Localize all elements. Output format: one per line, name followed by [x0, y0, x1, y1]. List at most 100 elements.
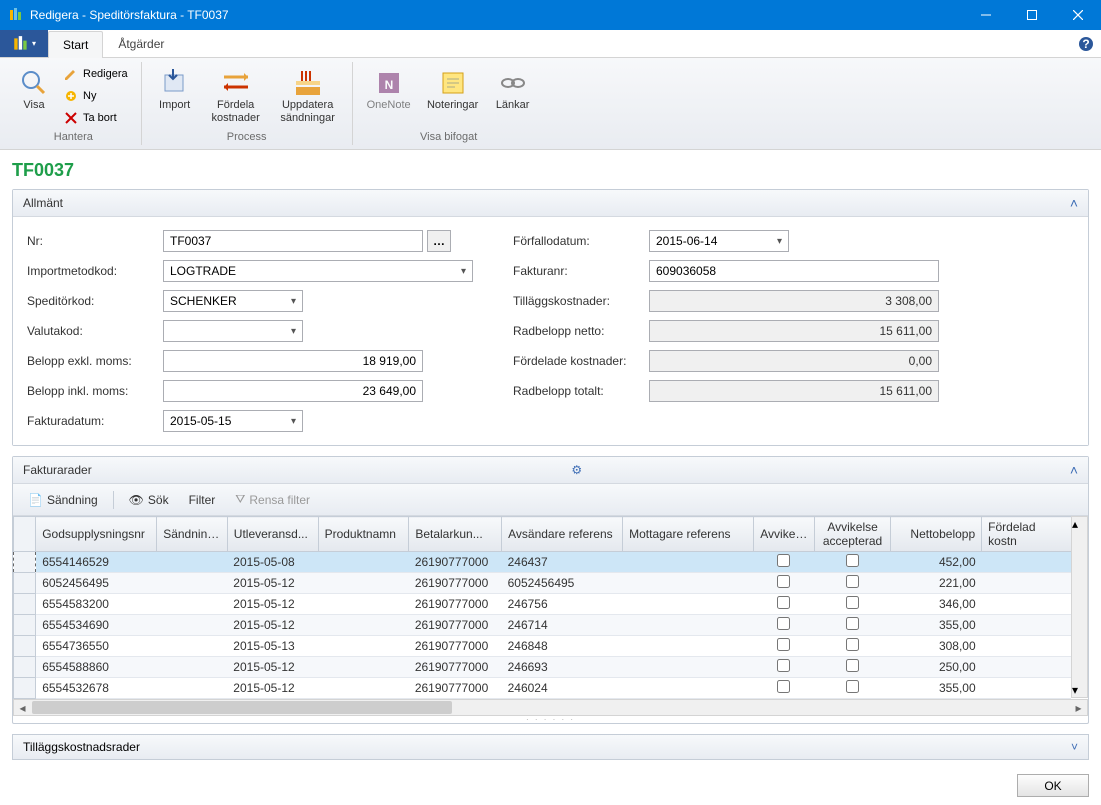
checkbox-avvacc[interactable]	[846, 554, 859, 567]
checkbox-avvacc[interactable]	[846, 617, 859, 630]
collapse-icon[interactable]: ˄	[1070, 462, 1078, 478]
input-inkl[interactable]	[163, 380, 423, 402]
cell-avs[interactable]: 246756	[502, 594, 623, 615]
table-row[interactable]: 6554146529 2015-05-08 26190777000 246437…	[14, 552, 1072, 573]
cell-gods[interactable]: 6052456495	[36, 573, 157, 594]
cell-avv[interactable]	[754, 615, 815, 636]
cell-gods[interactable]: 6554146529	[36, 552, 157, 573]
cell-sand[interactable]	[157, 615, 228, 636]
cell-netto[interactable]: 308,00	[891, 636, 982, 657]
uppdatera-sandningar-button[interactable]: Uppdatera sändningar	[272, 62, 344, 129]
cell-avs[interactable]: 246693	[502, 657, 623, 678]
checkbox-avv[interactable]	[777, 617, 790, 630]
scroll-left-icon[interactable]: ◂	[14, 700, 31, 715]
cell-prod[interactable]	[318, 594, 409, 615]
cell-avs[interactable]: 246848	[502, 636, 623, 657]
table-row[interactable]: 6554532678 2015-05-12 26190777000 246024…	[14, 678, 1072, 699]
cell-sand[interactable]	[157, 573, 228, 594]
col-utlev[interactable]: Utleveransd...	[227, 517, 318, 552]
scrollbar-vertical[interactable]: ▴ ▾	[1071, 516, 1088, 698]
cell-sand[interactable]	[157, 552, 228, 573]
cell-sand[interactable]	[157, 657, 228, 678]
select-forfallo[interactable]: 2015-06-14▾	[649, 230, 789, 252]
redigera-button[interactable]: Redigera	[58, 64, 133, 84]
checkbox-avv[interactable]	[777, 638, 790, 651]
checkbox-avvacc[interactable]	[846, 659, 859, 672]
cell-prod[interactable]	[318, 573, 409, 594]
ny-button[interactable]: Ny	[58, 86, 133, 106]
cell-sand[interactable]	[157, 636, 228, 657]
cell-betal[interactable]: 26190777000	[409, 657, 502, 678]
checkbox-avv[interactable]	[777, 575, 790, 588]
cell-avs[interactable]: 246437	[502, 552, 623, 573]
cell-mott[interactable]	[623, 573, 754, 594]
cell-betal[interactable]: 26190777000	[409, 552, 502, 573]
col-gods[interactable]: Godsupplysningsnr	[36, 517, 157, 552]
cell-utlev[interactable]: 2015-05-13	[227, 636, 318, 657]
cell-ford[interactable]	[982, 636, 1071, 657]
close-button[interactable]	[1055, 0, 1101, 30]
cell-betal[interactable]: 26190777000	[409, 573, 502, 594]
tabort-button[interactable]: Ta bort	[58, 108, 133, 128]
row-handle[interactable]	[14, 594, 36, 615]
cell-gods[interactable]: 6554583200	[36, 594, 157, 615]
cell-mott[interactable]	[623, 594, 754, 615]
toolbar-sok[interactable]: 👁 Sök	[120, 489, 178, 511]
cell-betal[interactable]: 26190777000	[409, 678, 502, 699]
select-importmetod[interactable]: LOGTRADE▾	[163, 260, 473, 282]
scroll-right-icon[interactable]: ▸	[1070, 700, 1087, 715]
col-ford[interactable]: Fördelad kostn	[982, 517, 1071, 552]
cell-avv[interactable]	[754, 573, 815, 594]
col-avs[interactable]: Avsändare referens	[502, 517, 623, 552]
col-handle[interactable]	[14, 517, 36, 552]
scrollbar-horizontal[interactable]: ◂ ▸	[13, 699, 1088, 716]
cell-avs[interactable]: 246024	[502, 678, 623, 699]
cell-mott[interactable]	[623, 552, 754, 573]
splitter[interactable]: · · · · · ·	[13, 716, 1088, 723]
cell-avv[interactable]	[754, 552, 815, 573]
cell-netto[interactable]: 250,00	[891, 657, 982, 678]
cell-avs[interactable]: 246714	[502, 615, 623, 636]
collapse-icon[interactable]: ˄	[1070, 195, 1078, 211]
cell-utlev[interactable]: 2015-05-12	[227, 615, 318, 636]
col-betal[interactable]: Betalarkun...	[409, 517, 502, 552]
col-avvacc[interactable]: Avvikelse accepterad	[814, 517, 891, 552]
scroll-up-icon[interactable]: ▴	[1072, 517, 1087, 531]
cell-ford[interactable]	[982, 552, 1071, 573]
checkbox-avvacc[interactable]	[846, 680, 859, 693]
cell-avvacc[interactable]	[814, 552, 891, 573]
input-exkl[interactable]	[163, 350, 423, 372]
ribbon-file-menu[interactable]: ▾	[0, 30, 48, 57]
maximize-button[interactable]	[1009, 0, 1055, 30]
visa-button[interactable]: Visa	[14, 62, 54, 117]
checkbox-avv[interactable]	[777, 680, 790, 693]
cell-betal[interactable]: 26190777000	[409, 594, 502, 615]
cell-avvacc[interactable]	[814, 636, 891, 657]
cell-gods[interactable]: 6554534690	[36, 615, 157, 636]
cell-avvacc[interactable]	[814, 615, 891, 636]
cell-ford[interactable]	[982, 657, 1071, 678]
section-tillagg[interactable]: Tilläggskostnadsrader ˅	[12, 734, 1089, 760]
cell-gods[interactable]: 6554532678	[36, 678, 157, 699]
select-fakturadatum[interactable]: 2015-05-15▾	[163, 410, 303, 432]
scroll-down-icon[interactable]: ▾	[1072, 683, 1087, 697]
minimize-button[interactable]	[963, 0, 1009, 30]
row-handle[interactable]	[14, 552, 36, 573]
lankar-button[interactable]: Länkar	[489, 62, 537, 117]
cell-avv[interactable]	[754, 657, 815, 678]
cell-avvacc[interactable]	[814, 678, 891, 699]
row-handle[interactable]	[14, 657, 36, 678]
section-header-fakturarader[interactable]: Fakturarader ⚙ ˄	[13, 457, 1088, 484]
fordela-kostnader-button[interactable]: Fördela kostnader	[204, 62, 268, 129]
col-mott[interactable]: Mottagare referens	[623, 517, 754, 552]
cell-mott[interactable]	[623, 615, 754, 636]
cell-avvacc[interactable]	[814, 573, 891, 594]
table-row[interactable]: 6052456495 2015-05-12 26190777000 605245…	[14, 573, 1072, 594]
cell-avvacc[interactable]	[814, 594, 891, 615]
cell-ford[interactable]	[982, 678, 1071, 699]
cell-utlev[interactable]: 2015-05-12	[227, 594, 318, 615]
col-prod[interactable]: Produktnamn	[318, 517, 409, 552]
help-button[interactable]: ?	[1077, 30, 1101, 57]
onenote-button[interactable]: N OneNote	[361, 62, 417, 117]
checkbox-avvacc[interactable]	[846, 638, 859, 651]
